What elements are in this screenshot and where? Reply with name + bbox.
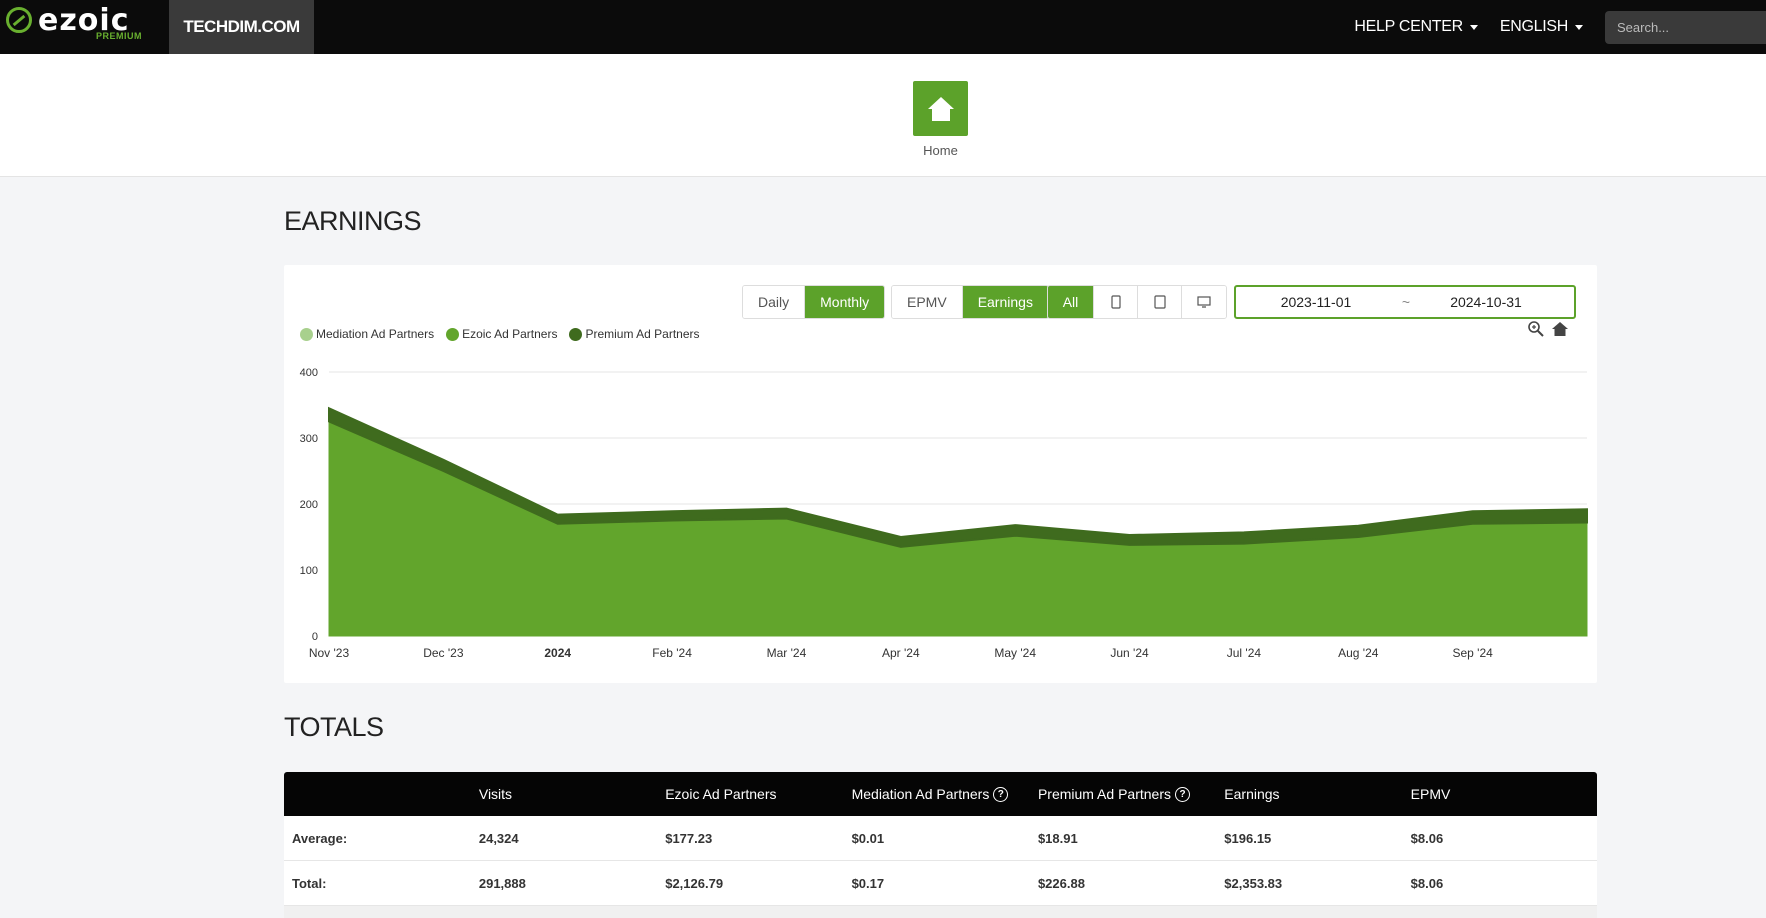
row-label: Average: [292, 830, 348, 846]
totals-title: TOTALS [284, 712, 384, 742]
x-tick-label: Nov '23 [309, 646, 350, 660]
home-strip: Home [0, 54, 1766, 177]
legend-item-premium[interactable]: Premium Ad Partners [569, 327, 700, 341]
column-header-mediation[interactable]: Mediation Ad Partners? [852, 786, 1038, 802]
help-icon[interactable]: ? [1175, 786, 1190, 802]
column-label: Premium Ad Partners [1037, 786, 1171, 802]
phone-button[interactable] [1094, 286, 1138, 318]
x-tick-label: Dec '23 [423, 646, 464, 660]
column-header-epmv[interactable]: EPMV [1411, 786, 1597, 802]
zoom-icon[interactable] [1527, 320, 1545, 338]
date-separator: ~ [1401, 294, 1411, 310]
table-row: Total: 291,888 $2,126.79 $0.17 $226.88 $… [284, 861, 1597, 906]
x-tick-label: Aug '24 [1338, 646, 1379, 660]
column-header-premium[interactable]: Premium Ad Partners? [1038, 786, 1224, 802]
table-cell: $8.06 [1410, 830, 1444, 846]
legend-label: Ezoic Ad Partners [462, 327, 558, 341]
date-start: 2023-11-01 [1280, 294, 1352, 310]
home-label: Home [923, 143, 958, 158]
column-header-visits[interactable]: Visits [479, 786, 665, 802]
x-tick-label: Sep '24 [1452, 646, 1493, 660]
table-cell: $18.91 [1037, 830, 1078, 846]
top-navbar: ezoic PREMIUM TECHDIM.COM HELP CENTER EN… [0, 0, 1766, 54]
date-end: 2024-10-31 [1450, 294, 1522, 310]
period-toggle: Daily Monthly [742, 285, 886, 319]
table-cell: $196.15 [1224, 830, 1272, 846]
home-icon [927, 96, 954, 121]
language-menu[interactable]: ENGLISH [1500, 18, 1583, 36]
x-tick-label: Apr '24 [882, 646, 920, 660]
daily-button[interactable]: Daily [743, 286, 806, 318]
help-center-menu[interactable]: HELP CENTER [1354, 18, 1478, 36]
legend-item-ezoic[interactable]: Ezoic Ad Partners [446, 327, 557, 341]
date-range-picker[interactable]: 2023-11-01 ~ 2024-10-31 [1234, 285, 1576, 319]
totals-table: Visits Ezoic Ad Partners Mediation Ad Pa… [284, 772, 1597, 918]
column-header-earnings[interactable]: Earnings [1224, 786, 1410, 802]
search-input[interactable] [1605, 10, 1766, 44]
device-toggle: All [1047, 285, 1227, 319]
column-label: Mediation Ad Partners [851, 786, 990, 802]
x-tick-label: Jun '24 [1110, 646, 1149, 660]
desktop-icon [1197, 296, 1211, 308]
y-tick-label: 200 [300, 499, 318, 511]
language-label: ENGLISH [1499, 18, 1568, 35]
logo-subtitle: PREMIUM [96, 31, 142, 41]
tablet-icon [1153, 295, 1166, 309]
x-tick-label: Mar '24 [767, 646, 807, 660]
column-label: Visits [478, 786, 513, 802]
x-tick-label: May '24 [994, 646, 1036, 660]
column-label: Earnings [1224, 786, 1280, 802]
help-center-label: HELP CENTER [1354, 18, 1463, 35]
table-cell: $226.88 [1037, 875, 1085, 891]
ezoic-logo[interactable]: ezoic PREMIUM [0, 0, 169, 54]
all-devices-button[interactable]: All [1048, 286, 1094, 318]
column-label: EPMV [1410, 786, 1451, 802]
table-cell: $2,353.83 [1224, 875, 1283, 891]
y-tick-label: 300 [300, 433, 318, 445]
home-button[interactable] [913, 81, 968, 136]
horizontal-scrollbar[interactable] [284, 906, 1597, 918]
monthly-button[interactable]: Monthly [805, 286, 885, 318]
y-tick-label: 100 [300, 565, 318, 577]
x-tick-label: Jul '24 [1227, 646, 1262, 660]
y-tick-label: 400 [300, 367, 318, 379]
chevron-down-icon [1469, 24, 1478, 30]
chart-tools [1527, 320, 1569, 338]
tablet-button[interactable] [1138, 286, 1182, 318]
epmv-button[interactable]: EPMV [892, 286, 963, 318]
phone-icon [1110, 295, 1121, 309]
table-header: Visits Ezoic Ad Partners Mediation Ad Pa… [284, 772, 1597, 816]
table-cell: $0.17 [851, 875, 885, 891]
help-icon[interactable]: ? [993, 786, 1009, 802]
legend-label: Mediation Ad Partners [316, 327, 435, 341]
y-tick-label: 0 [312, 631, 318, 643]
ezoic-logo-icon [6, 7, 32, 33]
desktop-button[interactable] [1182, 286, 1226, 318]
metric-toggle: EPMV Earnings [891, 285, 1049, 319]
legend-label: Premium Ad Partners [585, 327, 700, 341]
table-cell: 291,888 [478, 875, 526, 891]
chevron-down-icon [1575, 24, 1583, 30]
earnings-title: EARNINGS [284, 206, 422, 236]
table-cell: $2,126.79 [665, 875, 724, 891]
table-cell: $8.06 [1410, 875, 1444, 891]
column-label: Ezoic Ad Partners [665, 786, 777, 802]
x-tick-label: Feb '24 [652, 646, 692, 660]
site-tab[interactable]: TECHDIM.COM [169, 0, 314, 54]
earnings-button[interactable]: Earnings [962, 286, 1048, 318]
chart-legend: Mediation Ad Partners Ezoic Ad Partners … [300, 327, 712, 341]
x-tick-label: 2024 [544, 646, 571, 660]
earnings-panel: 0 100 200 300 400 Nov '23 Dec '23 2024 Feb '24 Ma… [284, 265, 1597, 683]
column-header-ezoic[interactable]: Ezoic Ad Partners [665, 786, 851, 802]
row-label: Total: [292, 875, 327, 891]
legend-dot [446, 327, 460, 341]
legend-dot [569, 327, 583, 341]
table-cell: $177.23 [665, 830, 713, 846]
legend-item-mediation[interactable]: Mediation Ad Partners [300, 327, 434, 341]
table-row: Average: 24,324 $177.23 $0.01 $18.91 $19… [284, 816, 1597, 861]
reset-zoom-home-icon[interactable] [1551, 320, 1569, 338]
legend-dot [300, 327, 313, 341]
table-cell: $0.01 [851, 830, 885, 846]
table-cell: 24,324 [478, 830, 519, 846]
